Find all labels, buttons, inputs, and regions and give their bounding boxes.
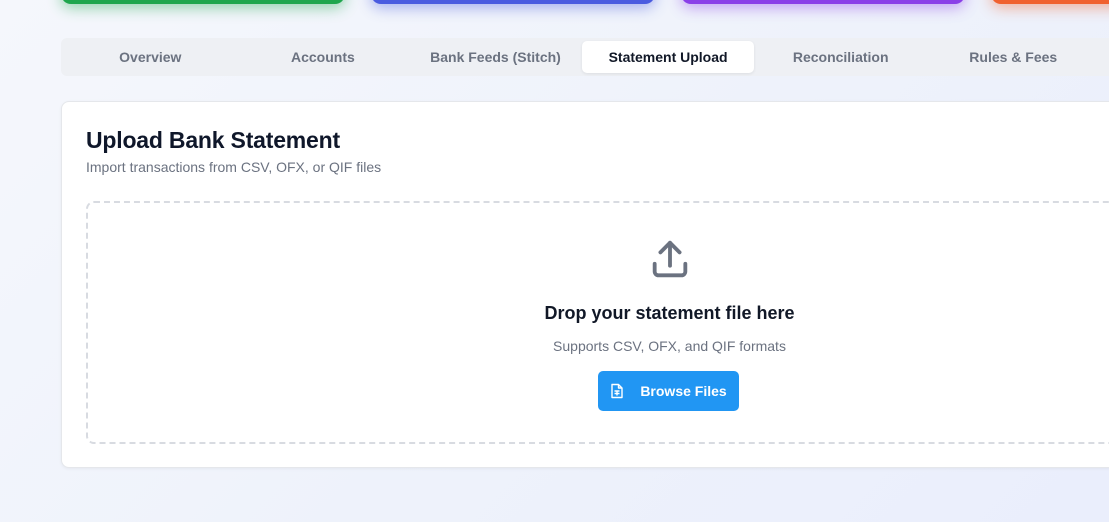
upload-icon (647, 237, 693, 283)
tab-rules-fees[interactable]: Rules & Fees (927, 41, 1100, 73)
tab-overview[interactable]: Overview (64, 41, 237, 73)
tab-bar: Overview Accounts Bank Feeds (Stitch) St… (61, 38, 1109, 76)
card-subtitle: Import transactions from CSV, OFX, or QI… (86, 159, 382, 175)
dropzone-title: Drop your statement file here (544, 303, 795, 323)
browse-files-button[interactable]: Browse Files (598, 371, 739, 411)
file-dropzone[interactable]: Drop your statement file here Supports C… (86, 201, 1109, 444)
file-spreadsheet-icon (610, 383, 624, 399)
tab-statement-upload[interactable]: Statement Upload (581, 41, 755, 73)
stat-card-blue[interactable] (371, 0, 655, 4)
stat-card-orange[interactable] (991, 0, 1109, 4)
stat-card-purple[interactable] (681, 0, 965, 4)
tab-bank-feeds[interactable]: Bank Feeds (Stitch) (409, 41, 582, 73)
card-title: Upload Bank Statement (86, 127, 340, 153)
tab-accounts[interactable]: Accounts (237, 41, 410, 73)
upload-statement-card: Upload Bank Statement Import transaction… (61, 101, 1109, 468)
browse-files-label: Browse Files (640, 383, 727, 399)
tab-reconciliation[interactable]: Reconciliation (754, 41, 927, 73)
dropzone-subtitle: Supports CSV, OFX, and QIF formats (553, 338, 786, 354)
stat-card-green[interactable] (61, 0, 345, 4)
